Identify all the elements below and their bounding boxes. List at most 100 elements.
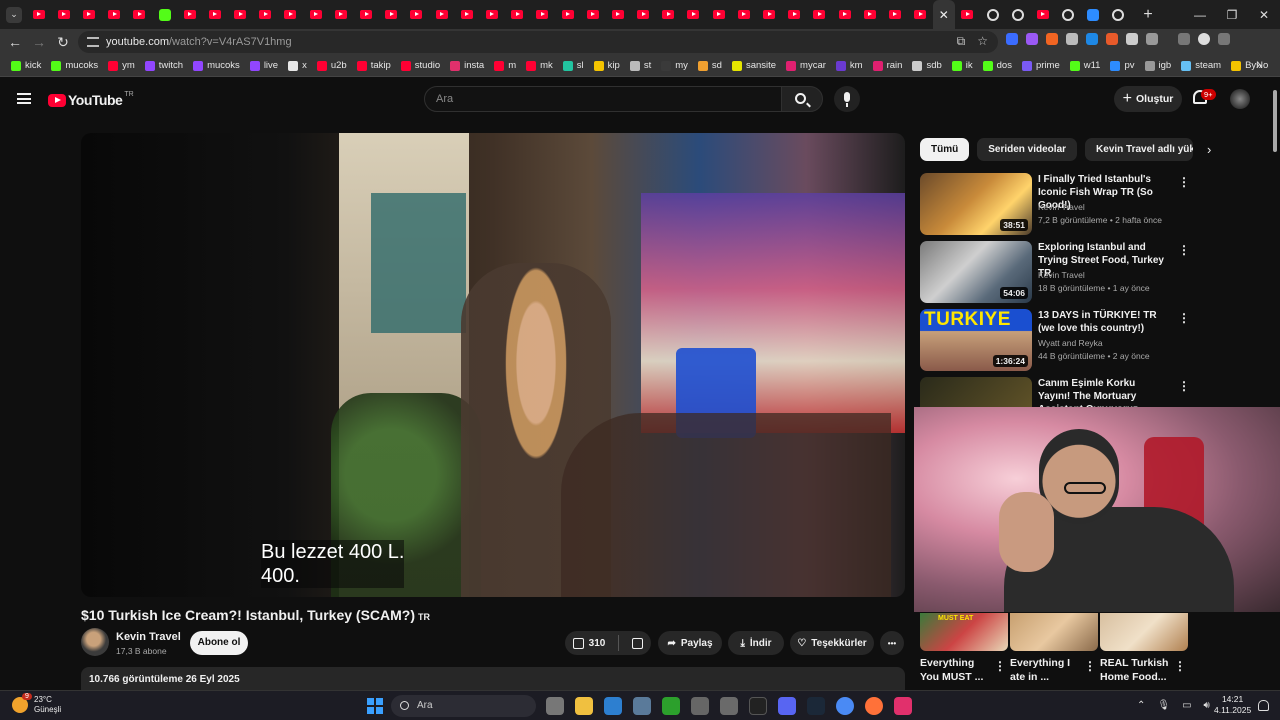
minimize-button[interactable]: — bbox=[1184, 8, 1216, 22]
search-input[interactable]: Ara bbox=[424, 86, 782, 112]
chip-all[interactable]: Tümü bbox=[920, 138, 970, 161]
restore-button[interactable]: ❐ bbox=[1216, 8, 1248, 22]
page-scrollbar[interactable] bbox=[1270, 80, 1280, 610]
weather-widget[interactable]: 9 23°C Güneşli bbox=[12, 693, 61, 715]
bookmark-item[interactable]: twitch bbox=[140, 55, 188, 77]
chip-uploader[interactable]: Kevin Travel adlı yükleyen bbox=[1085, 138, 1194, 161]
bookmark-item[interactable]: mucoks bbox=[188, 55, 245, 77]
bookmark-item[interactable]: x bbox=[283, 55, 312, 77]
browser-tab[interactable] bbox=[253, 0, 278, 29]
bookmark-item[interactable]: sd bbox=[693, 55, 727, 77]
browser-tab[interactable] bbox=[955, 0, 980, 29]
bookmark-item[interactable]: u2b bbox=[312, 55, 352, 77]
tab-search-menu-button[interactable]: ⌄ bbox=[6, 6, 22, 23]
like-button[interactable]: 310 bbox=[572, 637, 605, 649]
short-menu-button[interactable]: ⋮ bbox=[994, 659, 1006, 673]
browser-tab[interactable] bbox=[1005, 0, 1030, 29]
extension-icon[interactable] bbox=[1026, 33, 1038, 45]
browser-tab[interactable] bbox=[555, 0, 580, 29]
taskbar-search[interactable]: Ara bbox=[391, 695, 536, 717]
browser-tab[interactable] bbox=[731, 0, 756, 29]
browser-tab[interactable] bbox=[152, 0, 177, 29]
recommendation-menu-button[interactable]: ⋮ bbox=[1178, 311, 1190, 325]
browser-tab[interactable] bbox=[882, 0, 907, 29]
site-info-icon[interactable] bbox=[87, 37, 99, 47]
microphone-icon[interactable]: 🎙︎ bbox=[1157, 700, 1170, 711]
bookmark-star-icon[interactable]: ☆ bbox=[977, 34, 988, 49]
create-button[interactable]: + Oluştur bbox=[1114, 86, 1182, 112]
forward-button[interactable]: → bbox=[27, 34, 51, 50]
bookmark-item[interactable]: km bbox=[831, 55, 868, 77]
thumbs-down-icon[interactable] bbox=[632, 637, 644, 649]
browser-tab[interactable] bbox=[681, 0, 706, 29]
volume-icon[interactable]: 🔊︎ bbox=[1204, 700, 1210, 711]
browser-tab[interactable] bbox=[605, 0, 630, 29]
browser-tab[interactable] bbox=[429, 0, 454, 29]
recommendation-channel[interactable]: Wyatt and Reyka bbox=[1038, 338, 1103, 348]
reload-button[interactable]: ↻ bbox=[51, 34, 75, 51]
short-thumbnail[interactable] bbox=[1010, 613, 1098, 651]
bookmark-item[interactable]: rain bbox=[868, 55, 908, 77]
bookmark-item[interactable]: dos bbox=[978, 55, 1017, 77]
bookmark-item[interactable]: studio bbox=[396, 55, 445, 77]
search-button[interactable] bbox=[781, 86, 823, 112]
notification-center-icon[interactable] bbox=[1258, 700, 1269, 711]
bookmark-item[interactable]: steam bbox=[1176, 55, 1226, 77]
bookmark-item[interactable]: ik bbox=[947, 55, 978, 77]
subscribe-button[interactable]: Abone ol bbox=[190, 631, 248, 655]
download-button[interactable]: ⤓ İndir bbox=[728, 631, 784, 655]
extension-icon[interactable] bbox=[1046, 33, 1058, 45]
browser-tab[interactable] bbox=[127, 0, 152, 29]
short-menu-button[interactable]: ⋮ bbox=[1084, 659, 1096, 673]
video-player[interactable]: Bu lezzet 400 L. 400. bbox=[81, 133, 905, 597]
profile-icon[interactable] bbox=[1198, 33, 1210, 45]
bookmark-item[interactable]: mucoks bbox=[46, 55, 103, 77]
bookmark-item[interactable]: m bbox=[489, 55, 521, 77]
guide-menu-icon[interactable] bbox=[17, 93, 31, 104]
browser-tab[interactable] bbox=[706, 0, 731, 29]
short-title[interactable]: REAL Turkish Home Food... bbox=[1100, 656, 1172, 684]
bookmark-item[interactable]: mk bbox=[521, 55, 558, 77]
browser-tab[interactable] bbox=[782, 0, 807, 29]
new-tab-button[interactable]: + bbox=[1137, 6, 1159, 24]
short-menu-button[interactable]: ⋮ bbox=[1174, 659, 1186, 673]
share-button[interactable]: ➦ Paylaş bbox=[658, 631, 722, 655]
channel-name[interactable]: Kevin Travel bbox=[116, 631, 181, 643]
recommendation-channel[interactable]: Kevin Travel bbox=[1038, 270, 1085, 280]
bookmark-item[interactable]: takip bbox=[352, 55, 396, 77]
tab-active[interactable]: ✕ bbox=[932, 0, 955, 29]
bookmark-item[interactable]: pv bbox=[1105, 55, 1139, 77]
browser-menu-icon[interactable] bbox=[1218, 33, 1230, 45]
browser-tab[interactable] bbox=[580, 0, 605, 29]
browser-tab[interactable] bbox=[908, 0, 933, 29]
video-thumbnail[interactable]: TURKIYE 1:36:24 bbox=[920, 309, 1032, 371]
install-app-icon[interactable]: ⧉ bbox=[957, 34, 966, 49]
bookmark-item[interactable]: st bbox=[625, 55, 656, 77]
chips-next-button[interactable]: › bbox=[1207, 142, 1211, 157]
extension-icon[interactable] bbox=[1086, 33, 1098, 45]
store-icon[interactable] bbox=[604, 697, 622, 715]
browser-tab[interactable] bbox=[202, 0, 227, 29]
browser-tab[interactable] bbox=[328, 0, 353, 29]
url-text[interactable]: youtube.com/watch?v=V4rAS7V1hmg bbox=[106, 36, 292, 48]
recommendation-menu-button[interactable]: ⋮ bbox=[1178, 175, 1190, 189]
file-explorer-icon[interactable] bbox=[575, 697, 593, 715]
browser-tab[interactable] bbox=[177, 0, 202, 29]
recommendation-item[interactable]: 54:06 Exploring Istanbul and Trying Stre… bbox=[920, 241, 1280, 303]
bookmark-item[interactable]: kip bbox=[589, 55, 625, 77]
browser-tab[interactable] bbox=[76, 0, 101, 29]
bookmark-item[interactable]: my bbox=[656, 55, 693, 77]
video-thumbnail[interactable] bbox=[920, 377, 1032, 407]
bookmark-item[interactable]: kick bbox=[6, 55, 46, 77]
thanks-button[interactable]: ♡ Teşekkürler bbox=[790, 631, 874, 655]
more-actions-button[interactable]: ••• bbox=[880, 631, 904, 655]
browser-tab[interactable] bbox=[479, 0, 504, 29]
short-thumbnail[interactable] bbox=[1100, 613, 1188, 651]
bookmark-item[interactable]: sdb bbox=[907, 55, 946, 77]
short-thumbnail[interactable]: MUST EAT bbox=[920, 613, 1008, 651]
browser-tab[interactable] bbox=[303, 0, 328, 29]
close-window-button[interactable]: ✕ bbox=[1248, 8, 1280, 22]
bookmark-item[interactable]: live bbox=[245, 55, 283, 77]
recommendation-title[interactable]: Canım Eşimle Korku Yayını! The Mortuary … bbox=[1038, 377, 1168, 407]
video-thumbnail[interactable]: 54:06 bbox=[920, 241, 1032, 303]
